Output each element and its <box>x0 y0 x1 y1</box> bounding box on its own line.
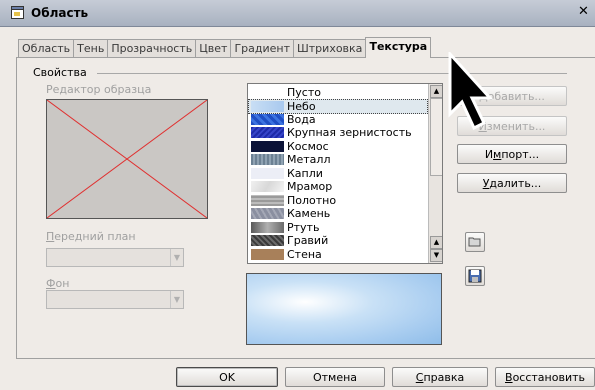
list-item[interactable]: Крупная зернистость <box>249 126 427 139</box>
help-button[interactable]: Справка <box>392 367 488 387</box>
texture-swatch <box>251 141 284 152</box>
list-item[interactable]: Космос <box>249 140 427 153</box>
import-button[interactable]: Импорт... <box>457 144 567 164</box>
texture-swatch <box>251 114 284 125</box>
tab-transparency[interactable]: Прозрачность <box>107 39 197 58</box>
texture-swatch <box>251 222 284 233</box>
background-label: Фон <box>46 277 70 290</box>
list-item[interactable]: Вода <box>249 113 427 126</box>
mouse-pointer-icon <box>448 52 494 131</box>
delete-button[interactable]: Удалить... <box>457 173 567 193</box>
texture-swatch <box>251 168 284 179</box>
tab-bar: Область Тень Прозрачность Цвет Градиент … <box>18 37 432 58</box>
chevron-down-icon: ▼ <box>170 291 183 308</box>
pattern-editor-label: Редактор образца <box>46 83 152 96</box>
list-item-selected[interactable]: Небо <box>248 99 428 114</box>
save-texture-button[interactable] <box>465 266 485 286</box>
tab-texture[interactable]: Текстура <box>365 37 432 58</box>
foreground-color-select[interactable]: ▼ <box>46 248 184 267</box>
window-title: Область <box>31 6 89 20</box>
list-item[interactable]: Металл <box>249 153 427 166</box>
cancel-button[interactable]: Отмена <box>285 367 385 387</box>
list-item[interactable]: Пусто <box>249 86 427 99</box>
title-bar: Область ✕ <box>0 0 595 27</box>
scroll-up-icon[interactable]: ▲ <box>430 236 442 249</box>
reset-button[interactable]: Восстановить <box>495 367 595 387</box>
texture-swatch <box>251 181 284 192</box>
folder-open-icon <box>468 237 481 247</box>
texture-preview <box>246 273 442 345</box>
foreground-label: Передний план <box>46 230 136 243</box>
tab-color[interactable]: Цвет <box>195 39 232 58</box>
texture-swatch <box>251 249 284 260</box>
list-item[interactable]: Камень <box>249 207 427 220</box>
texture-swatch <box>251 101 284 112</box>
tab-hatching[interactable]: Штриховка <box>293 39 367 58</box>
tab-area[interactable]: Область <box>18 39 75 58</box>
window-app-icon <box>11 6 24 19</box>
ok-button[interactable]: OK <box>176 367 278 387</box>
texture-swatch <box>251 127 284 138</box>
background-color-select[interactable]: ▼ <box>46 290 184 309</box>
texture-swatch <box>251 235 284 246</box>
chevron-down-icon: ▼ <box>170 249 183 266</box>
empty-preview-cross <box>46 99 208 219</box>
list-item[interactable]: Капли <box>249 167 427 180</box>
properties-group-label: Свойства <box>33 66 87 79</box>
texture-swatch <box>251 154 284 165</box>
texture-swatch <box>251 87 284 98</box>
texture-swatch <box>251 195 284 206</box>
tab-gradient[interactable]: Градиент <box>230 39 295 58</box>
list-item[interactable]: Полотно <box>249 194 427 207</box>
list-item[interactable]: Мрамор <box>249 180 427 193</box>
scroll-down-icon[interactable]: ▼ <box>430 249 442 262</box>
list-item[interactable]: Ртуть <box>249 221 427 234</box>
list-item[interactable]: Стена <box>249 248 427 261</box>
texture-list[interactable]: Пусто Небо Вода Крупная зернистость Косм… <box>247 83 443 264</box>
open-texture-button[interactable] <box>465 232 485 252</box>
pattern-editor-preview <box>46 99 208 219</box>
close-icon[interactable]: ✕ <box>578 4 592 22</box>
list-item[interactable]: Гравий <box>249 234 427 247</box>
texture-swatch <box>251 208 284 219</box>
save-icon <box>468 269 482 283</box>
tab-shadow[interactable]: Тень <box>73 39 109 58</box>
